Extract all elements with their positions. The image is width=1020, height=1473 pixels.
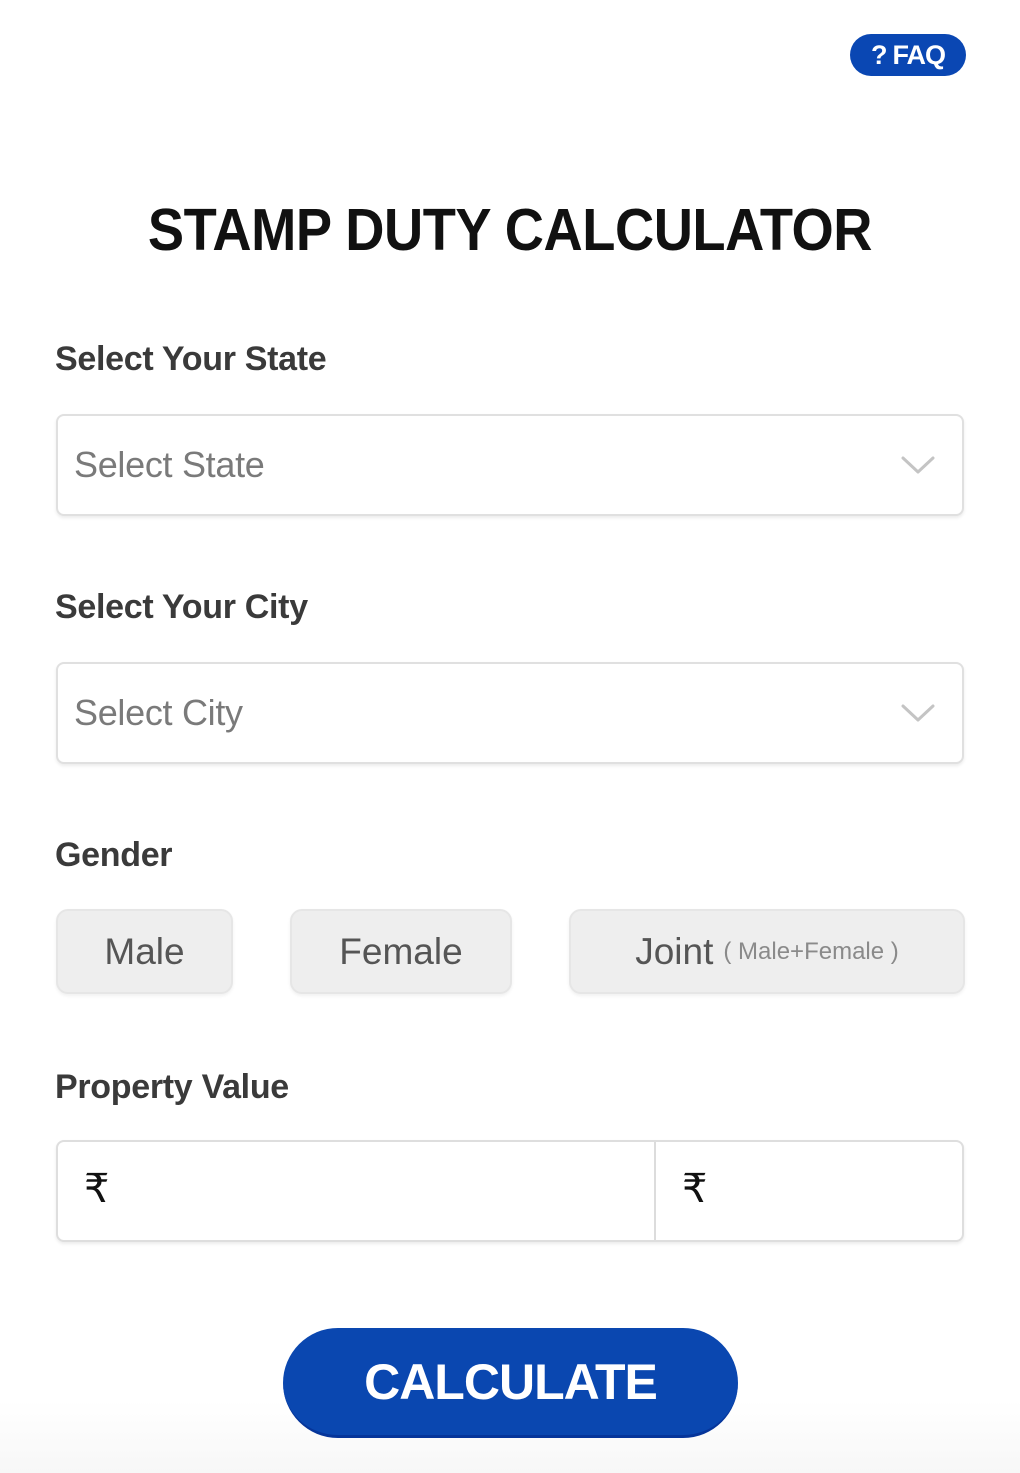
chevron-down-icon: [901, 456, 935, 474]
rupee-icon: ₹: [682, 1167, 708, 1211]
property-value-input[interactable]: [121, 1166, 578, 1208]
property-value-input-group: ₹ ₹: [56, 1140, 964, 1242]
property-value-label: Property Value: [55, 1068, 289, 1106]
property-value-field[interactable]: ₹: [58, 1142, 656, 1240]
state-select[interactable]: Select State: [56, 414, 964, 516]
city-select[interactable]: Select City: [56, 662, 964, 764]
question-mark-icon: ?: [870, 39, 887, 70]
gender-option-label: Female: [339, 930, 463, 972]
property-value-secondary-field[interactable]: ₹: [656, 1142, 962, 1240]
calculate-button[interactable]: CALCULATE: [283, 1328, 738, 1438]
state-placeholder: Select State: [74, 444, 265, 485]
gender-male-button[interactable]: Male: [56, 909, 233, 994]
rupee-icon: ₹: [84, 1167, 110, 1211]
gender-joint-button[interactable]: Joint ( Male+Female ): [569, 909, 965, 994]
city-label: Select Your City: [55, 588, 308, 626]
faq-label: FAQ: [892, 39, 946, 70]
faq-button[interactable]: ? FAQ: [850, 34, 966, 76]
property-value-secondary-input[interactable]: [719, 1166, 944, 1208]
gender-option-label: Joint: [635, 930, 714, 972]
page-title: STAMP DUTY CALCULATOR: [147, 197, 873, 263]
gender-female-button[interactable]: Female: [290, 909, 512, 994]
gender-option-label: Male: [104, 930, 185, 972]
gender-option-sublabel: ( Male+Female ): [723, 937, 899, 965]
state-label: Select Your State: [55, 340, 327, 378]
city-placeholder: Select City: [74, 692, 243, 733]
stamp-duty-calculator-page: ? FAQ STAMP DUTY CALCULATOR Select Your …: [0, 0, 1020, 1473]
chevron-down-icon: [901, 704, 935, 722]
gender-label: Gender: [55, 836, 173, 874]
